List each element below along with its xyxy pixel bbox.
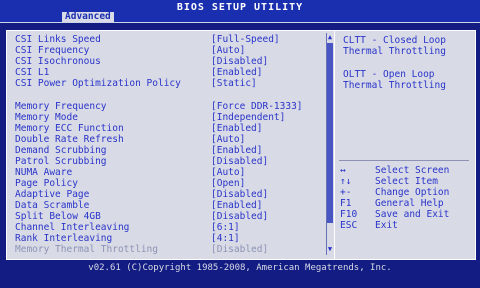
setting-label: Rank Interleaving <box>15 233 113 244</box>
setting-label: CSI Power Optimization Policy <box>15 78 181 89</box>
setting-data-scramble[interactable]: Data Scramble [Enabled] <box>15 200 262 211</box>
help-divider <box>339 160 469 161</box>
setting-label: CSI Isochronous <box>15 56 101 67</box>
setting-label: Memory Frequency <box>15 101 107 112</box>
setting-adaptive-page[interactable]: Adaptive Page [Disabled] <box>15 189 268 200</box>
help-line: Thermal Throttling <box>343 46 446 57</box>
key-f1: F1 <box>340 198 352 209</box>
setting-value[interactable]: [Enabled] <box>211 145 262 156</box>
key-esc: ESC <box>340 220 358 231</box>
setting-label: Double Rate Refresh <box>15 134 124 145</box>
help-line: Thermal Throttling <box>343 80 446 91</box>
setting-memory-ecc-function[interactable]: Memory ECC Function [Enabled] <box>15 123 262 134</box>
setting-label: NUMA Aware <box>15 167 73 178</box>
setting-patrol-scrubbing[interactable]: Patrol Scrubbing [Disabled] <box>15 156 268 167</box>
setting-value[interactable]: [Disabled] <box>211 189 268 200</box>
setting-label: Data Scramble <box>15 200 90 211</box>
key-description: Save and Exit <box>375 209 450 220</box>
setting-label: Memory ECC Function <box>15 123 124 134</box>
setting-value[interactable]: [Enabled] <box>211 67 262 78</box>
setting-value[interactable]: [Force DDR-1333] <box>211 101 303 112</box>
setting-numa-aware[interactable]: NUMA Aware [Auto] <box>15 167 245 178</box>
setting-label: Split Below 4GB <box>15 211 101 222</box>
setting-value[interactable]: [Enabled] <box>211 200 262 211</box>
setting-split-below-4gb[interactable]: Split Below 4GB [Disabled] <box>15 211 268 222</box>
key-f10: F10 <box>340 209 358 220</box>
help-panel: CLTT - Closed Loop Thermal Throttling OL… <box>334 30 476 260</box>
setting-value[interactable]: [Auto] <box>211 134 245 145</box>
setting-label: CSI Frequency <box>15 45 90 56</box>
settings-panel: CSI Links Speed [Full-Speed] CSI Frequen… <box>6 30 336 260</box>
setting-label: Patrol Scrubbing <box>15 156 107 167</box>
setting-csi-l1[interactable]: CSI L1 [Enabled] <box>15 67 262 78</box>
setting-value[interactable]: [Disabled] <box>211 56 268 67</box>
key-description: Exit <box>375 220 398 231</box>
setting-value[interactable]: [4:1] <box>211 233 240 244</box>
setting-label: Adaptive Page <box>15 189 90 200</box>
scroll-down-arrow-icon[interactable]: ▼ <box>326 245 334 253</box>
copyright: v02.61 (C)Copyright 1985-2008, American … <box>88 263 392 273</box>
setting-value[interactable]: [Disabled] <box>211 211 268 222</box>
scrollbar[interactable]: ▲ ▼ <box>326 33 333 255</box>
setting-label: Page Policy <box>15 178 78 189</box>
setting-label: CSI Links Speed <box>15 34 101 45</box>
key-plus-minus: +- <box>340 187 352 198</box>
setting-value[interactable]: [Auto] <box>211 167 245 178</box>
key-description: Select Screen <box>375 165 450 176</box>
setting-memory-mode[interactable]: Memory Mode [Independent] <box>15 112 285 123</box>
footer: v02.61 (C)Copyright 1985-2008, American … <box>0 260 480 278</box>
setting-double-rate-refresh[interactable]: Double Rate Refresh [Auto] <box>15 134 245 145</box>
setting-csi-power-optimization-policy[interactable]: CSI Power Optimization Policy [Static] <box>15 78 257 89</box>
title-bar: BIOS SETUP UTILITY Advanced <box>0 0 480 23</box>
setting-memory-thermal-throttling[interactable]: Memory Thermal Throttling [Disabled] <box>15 244 268 255</box>
tab-advanced[interactable]: Advanced <box>62 12 114 22</box>
setting-memory-frequency[interactable]: Memory Frequency [Force DDR-1333] <box>15 101 303 112</box>
setting-value[interactable]: [Static] <box>211 78 257 89</box>
setting-value[interactable]: [Disabled] <box>211 244 268 255</box>
setting-channel-interleaving[interactable]: Channel Interleaving [6:1] <box>15 222 240 233</box>
key-up-down-icon: ↑↓ <box>340 176 352 187</box>
key-description: General Help <box>375 198 444 209</box>
setting-csi-isochronous[interactable]: CSI Isochronous [Disabled] <box>15 56 268 67</box>
key-description: Select Item <box>375 176 438 187</box>
setting-label: Demand Scrubbing <box>15 145 107 156</box>
setting-label: Memory Mode <box>15 112 78 123</box>
setting-value[interactable]: [Auto] <box>211 45 245 56</box>
setting-value[interactable]: [Full-Speed] <box>211 34 280 45</box>
setting-csi-links-speed[interactable]: CSI Links Speed [Full-Speed] <box>15 34 280 45</box>
setting-value[interactable]: [Disabled] <box>211 156 268 167</box>
help-line: OLTT - Open Loop <box>343 69 435 80</box>
key-description: Change Option <box>375 187 450 198</box>
setting-value[interactable]: [Open] <box>211 178 245 189</box>
setting-page-policy[interactable]: Page Policy [Open] <box>15 178 245 189</box>
setting-rank-interleaving[interactable]: Rank Interleaving [4:1] <box>15 233 240 244</box>
key-left-right-icon: ↔ <box>340 165 346 176</box>
setting-label: Memory Thermal Throttling <box>15 244 158 255</box>
setting-csi-frequency[interactable]: CSI Frequency [Auto] <box>15 45 245 56</box>
setting-label: CSI L1 <box>15 67 50 78</box>
scroll-thumb[interactable] <box>327 43 333 223</box>
setting-value[interactable]: [Enabled] <box>211 123 262 134</box>
scroll-up-arrow-icon[interactable]: ▲ <box>326 33 334 41</box>
help-line: CLTT - Closed Loop <box>343 35 446 46</box>
setting-value[interactable]: [Independent] <box>211 112 285 123</box>
setting-value[interactable]: [6:1] <box>211 222 240 233</box>
setting-demand-scrubbing[interactable]: Demand Scrubbing [Enabled] <box>15 145 262 156</box>
setting-label: Channel Interleaving <box>15 222 130 233</box>
